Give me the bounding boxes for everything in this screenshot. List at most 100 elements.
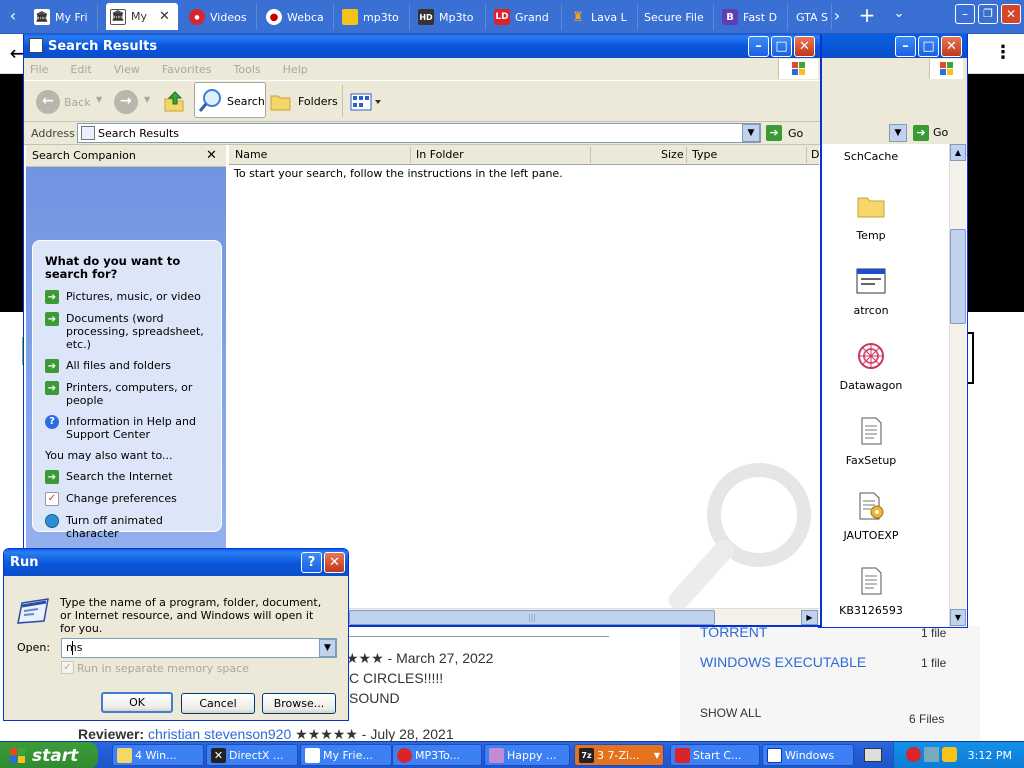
back-dropdown-icon[interactable]: ▼ <box>96 95 102 104</box>
task-mp3to[interactable]: MP3To... <box>392 744 482 766</box>
window-2-titlebar[interactable]: – □ ✕ <box>819 34 967 58</box>
column-name[interactable]: Name <box>235 148 267 161</box>
column-date[interactable]: D <box>811 148 819 161</box>
browser-tab-6[interactable]: HD Mp3to <box>414 4 486 30</box>
window-2-minimize-button[interactable]: – <box>895 36 916 57</box>
folders-button[interactable]: Folders <box>270 89 350 115</box>
file-item-atrcon[interactable]: atrcon <box>819 265 923 317</box>
keyboard-icon[interactable] <box>864 748 882 762</box>
window-2-close-button[interactable]: ✕ <box>941 36 962 57</box>
browse-button[interactable]: Browse... <box>262 693 336 714</box>
companion-close-icon[interactable]: ✕ <box>206 148 217 163</box>
show-all-link[interactable]: SHOW ALL <box>700 706 761 720</box>
column-in-folder[interactable]: In Folder <box>416 148 464 161</box>
new-tab-button[interactable]: + <box>856 3 878 27</box>
browser-tab-9[interactable]: Secure File <box>640 4 714 30</box>
address-input[interactable]: Search Results ▼ <box>77 123 761 143</box>
scroll-down-icon[interactable]: ▼ <box>950 609 966 626</box>
browser-menu-icon[interactable]: ⋮ <box>994 42 1012 63</box>
open-dropdown-arrow-icon[interactable]: ▼ <box>319 639 336 657</box>
task-windows[interactable]: Windows <box>762 744 854 766</box>
file-item-schcache[interactable]: SchCache <box>819 150 923 163</box>
minimize-button[interactable]: – <box>748 36 769 57</box>
option-help-support[interactable]: ? Information in Help and Support Center <box>45 415 209 441</box>
go-arrow-icon[interactable]: ➔ <box>913 125 929 141</box>
menu-help[interactable]: Help <box>283 63 308 76</box>
option-turn-off-character[interactable]: Turn off animated character <box>45 514 209 540</box>
column-separator[interactable] <box>410 147 411 163</box>
views-button[interactable] <box>350 93 384 111</box>
go-button[interactable]: Go <box>933 126 948 139</box>
browser-tab-10[interactable]: B Fast D <box>718 4 788 30</box>
browser-tab-4[interactable]: ● Webca <box>262 4 334 30</box>
browser-tab-3[interactable]: ● Videos <box>185 4 257 30</box>
tab-list-chevron-down-icon[interactable]: ⌄ <box>888 6 910 21</box>
tab-scroll-left-icon[interactable]: ‹ <box>2 6 24 25</box>
tab-close-icon[interactable]: ✕ <box>159 9 170 24</box>
help-button[interactable]: ? <box>301 552 322 573</box>
tray-network-icon[interactable] <box>924 747 939 762</box>
maximize-button[interactable]: □ <box>771 36 792 57</box>
address-dropdown-arrow-icon[interactable]: ▼ <box>889 124 907 142</box>
tray-security-icon[interactable] <box>942 747 957 762</box>
run-close-button[interactable]: ✕ <box>324 552 345 573</box>
option-search-internet[interactable]: ➔ Search the Internet <box>45 470 209 484</box>
task-my-friends[interactable]: My Frie... <box>300 744 392 766</box>
option-pictures-music-video[interactable]: ➔ Pictures, music, or video <box>45 290 209 304</box>
start-button[interactable]: start <box>0 742 98 768</box>
close-button[interactable]: ✕ <box>794 36 815 57</box>
open-input[interactable]: ms ▼ <box>61 638 337 658</box>
reviewer-name-link[interactable]: christian stevenson920 <box>148 726 291 742</box>
address-dropdown-arrow-icon[interactable]: ▼ <box>742 124 760 142</box>
filetype-link-windows-executable[interactable]: WINDOWS EXECUTABLE <box>700 654 866 670</box>
browser-restore-button[interactable]: ❐ <box>978 4 998 24</box>
task-7zip-group[interactable]: 7z 3 7-Zi... ▼ <box>574 744 664 766</box>
browser-tab-8[interactable]: ♜ Lava L <box>566 4 638 30</box>
scroll-thumb[interactable]: ||| <box>349 610 715 625</box>
browser-close-button[interactable]: ✕ <box>1001 4 1021 24</box>
menu-edit[interactable]: Edit <box>70 63 91 76</box>
up-folder-icon[interactable] <box>163 89 185 113</box>
file-item-faxsetup[interactable]: FaxSetup <box>819 415 923 467</box>
task-4-windows[interactable]: 4 Win... <box>112 744 204 766</box>
go-arrow-icon[interactable]: ➔ <box>766 125 782 141</box>
browser-minimize-button[interactable]: – <box>955 4 975 24</box>
menu-view[interactable]: View <box>114 63 140 76</box>
cancel-button[interactable]: Cancel <box>181 693 255 714</box>
column-type[interactable]: Type <box>692 148 717 161</box>
task-happy[interactable]: Happy ... <box>484 744 570 766</box>
back-arrow-icon[interactable]: ← <box>36 90 60 114</box>
column-separator[interactable] <box>686 147 687 163</box>
option-change-preferences[interactable]: ✓ Change preferences <box>45 492 209 506</box>
column-size[interactable]: Size <box>661 148 684 161</box>
option-printers-computers-people[interactable]: ➔ Printers, computers, or people <box>45 381 209 407</box>
browser-tab-2-active[interactable]: 🏛 My ✕ <box>106 3 178 30</box>
forward-arrow-icon[interactable]: → <box>114 90 138 114</box>
menu-tools[interactable]: Tools <box>234 63 261 76</box>
search-results-titlebar[interactable]: Search Results – □ ✕ <box>24 34 820 58</box>
scroll-right-icon[interactable]: ▶ <box>801 610 818 625</box>
task-start-c[interactable]: Start C... <box>670 744 760 766</box>
column-separator[interactable] <box>590 147 591 163</box>
option-all-files-folders[interactable]: ➔ All files and folders <box>45 359 209 373</box>
scroll-thumb[interactable] <box>950 229 966 324</box>
file-item-temp[interactable]: Temp <box>819 190 923 242</box>
task-directx[interactable]: ✕ DirectX ... <box>206 744 298 766</box>
back-button-label[interactable]: Back <box>64 96 91 109</box>
search-button[interactable]: Search <box>194 82 266 118</box>
go-button[interactable]: Go <box>788 127 803 140</box>
file-item-kb3126593[interactable]: KB3126593 <box>819 565 923 617</box>
browser-tab-1[interactable]: 🏛 My Fri <box>30 4 98 30</box>
browser-tab-5[interactable]: mp3to <box>338 4 410 30</box>
file-item-jautoexp[interactable]: JAUTOEXP <box>819 490 923 542</box>
tab-scroll-right-icon[interactable]: › <box>826 6 848 25</box>
tray-antivirus-icon[interactable] <box>906 747 921 762</box>
forward-dropdown-icon[interactable]: ▼ <box>144 95 150 104</box>
filetype-link-torrent[interactable]: TORRENT <box>700 624 767 640</box>
run-titlebar[interactable]: Run ? ✕ <box>4 549 348 576</box>
menu-favorites[interactable]: Favorites <box>162 63 212 76</box>
ok-button[interactable]: OK <box>101 692 173 713</box>
menu-file[interactable]: File <box>30 63 48 76</box>
separate-memory-checkbox[interactable]: ✓ <box>61 661 74 674</box>
file-item-datawagon[interactable]: Datawagon <box>819 340 923 392</box>
